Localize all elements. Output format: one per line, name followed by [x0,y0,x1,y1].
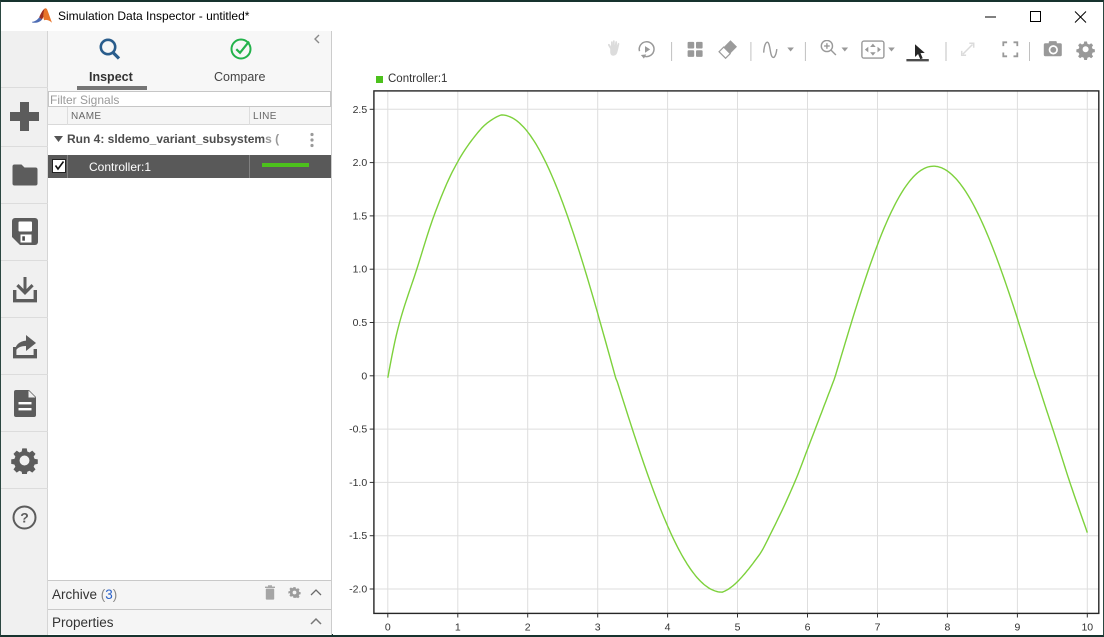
svg-text:1.5: 1.5 [353,210,368,222]
svg-text:9: 9 [1014,622,1020,634]
svg-text:0: 0 [385,622,391,634]
svg-text:4: 4 [665,622,671,634]
svg-text:1: 1 [455,622,461,634]
svg-text:10: 10 [1081,622,1093,634]
svg-text:-2.0: -2.0 [349,584,367,596]
svg-text:2.0: 2.0 [353,157,368,169]
svg-text:-1.5: -1.5 [349,530,367,542]
svg-text:1.0: 1.0 [353,264,368,276]
svg-text:2: 2 [525,622,531,634]
svg-text:-1.0: -1.0 [349,477,367,489]
svg-text:8: 8 [944,622,950,634]
svg-text:0: 0 [361,370,367,382]
svg-text:-0.5: -0.5 [349,424,367,436]
svg-text:7: 7 [875,622,881,634]
svg-text:5: 5 [735,622,741,634]
svg-text:6: 6 [805,622,811,634]
svg-text:0.5: 0.5 [353,317,368,329]
svg-text:2.5: 2.5 [353,104,368,116]
svg-text:3: 3 [595,622,601,634]
svg-text:?: ? [20,510,29,526]
